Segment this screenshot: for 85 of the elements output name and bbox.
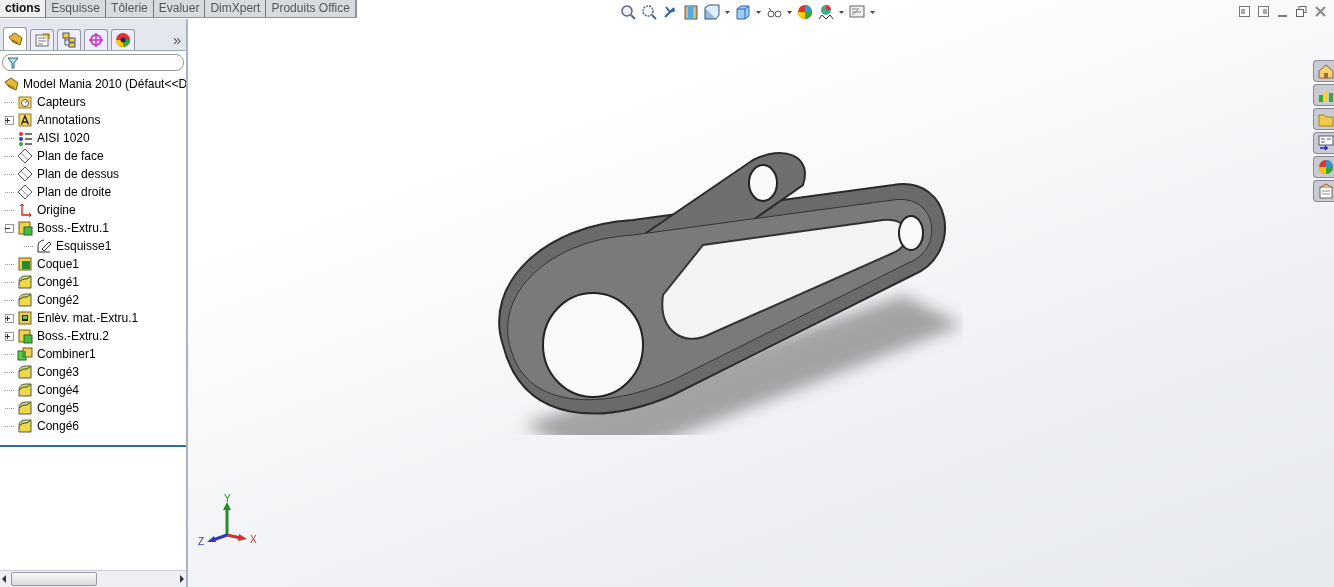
tree-item[interactable]: AISI 1020 <box>37 131 90 145</box>
tile-left-icon[interactable] <box>1239 6 1250 17</box>
sketch-icon <box>36 238 52 254</box>
shell-icon <box>17 256 33 272</box>
filter-field[interactable] <box>2 54 184 71</box>
scrollbar-thumb[interactable] <box>11 572 97 586</box>
configuration-tab-icon[interactable] <box>61 32 77 48</box>
material-icon <box>17 130 33 146</box>
extrude-icon <box>17 328 33 344</box>
plane-icon <box>17 148 33 164</box>
expand-icon[interactable] <box>5 313 14 323</box>
zoom-area-icon[interactable] <box>641 4 657 20</box>
filter-icon <box>7 56 19 69</box>
tree-item[interactable]: Annotations <box>37 113 101 127</box>
dropdown-caret-icon[interactable] <box>787 10 792 14</box>
command-tab[interactable]: Esquisse <box>45 0 106 17</box>
restore-icon[interactable] <box>1296 6 1307 17</box>
tree-item[interactable]: Congé1 <box>37 275 80 289</box>
command-tab[interactable]: ctions <box>0 0 46 17</box>
tree-item[interactable]: Congé3 <box>37 365 80 379</box>
fillet-icon <box>17 400 33 416</box>
cut-icon <box>17 310 33 326</box>
crosshair-tab-icon[interactable] <box>88 32 104 48</box>
appearance-tab-icon[interactable] <box>115 32 131 48</box>
fillet-icon <box>17 418 33 434</box>
tree-item[interactable]: Combiner1 <box>37 347 96 361</box>
view-settings-icon[interactable] <box>849 4 865 20</box>
more-tabs-button[interactable]: » <box>170 32 184 50</box>
command-tab[interactable]: Tôlerie <box>105 0 153 17</box>
appearance-icon[interactable] <box>797 4 813 20</box>
zoom-fit-icon[interactable] <box>620 4 636 20</box>
propertymanager-tab-icon[interactable] <box>34 32 50 48</box>
tree-item[interactable]: Coque1 <box>37 257 80 271</box>
appearances-icon[interactable] <box>1318 159 1334 175</box>
expand-icon[interactable] <box>5 115 14 125</box>
scroll-right-icon <box>178 574 186 584</box>
collapse-icon[interactable] <box>5 223 14 233</box>
command-tab[interactable]: Evaluer <box>152 0 205 17</box>
tree-item[interactable]: Plan de dessus <box>37 167 120 181</box>
plane-icon <box>17 184 33 200</box>
origin-axes-icon <box>17 202 33 218</box>
combine-icon <box>17 346 33 362</box>
tile-right-icon[interactable] <box>1258 6 1269 17</box>
dropdown-caret-icon[interactable] <box>870 10 875 14</box>
home-icon[interactable] <box>1318 63 1334 79</box>
custom-properties-icon[interactable] <box>1318 183 1334 199</box>
tree-item[interactable]: Plan de face <box>37 149 104 163</box>
axis-label: X <box>250 534 257 545</box>
tree-item[interactable]: Congé2 <box>37 293 80 307</box>
close-icon[interactable] <box>1315 6 1326 17</box>
tree-item[interactable]: Origine <box>37 203 76 217</box>
scroll-left-icon <box>0 574 8 584</box>
tree-item[interactable]: Enlèv. mat.-Extru.1 <box>37 311 139 325</box>
gauge-folder-icon <box>17 94 33 110</box>
part-icon <box>3 76 19 92</box>
axis-label: Z <box>198 536 205 547</box>
display-style-icon[interactable] <box>735 4 751 20</box>
dropdown-caret-icon[interactable] <box>725 10 730 14</box>
view-orientation-icon[interactable] <box>704 4 720 20</box>
extrude-icon <box>17 220 33 236</box>
tree-item[interactable]: Congé4 <box>37 383 80 397</box>
tree-item[interactable]: Boss.-Extru.2 <box>37 329 110 343</box>
tree-item[interactable]: Congé6 <box>37 419 80 433</box>
fillet-icon <box>17 292 33 308</box>
tree-item[interactable]: Esquisse1 <box>56 239 112 253</box>
dropdown-caret-icon[interactable] <box>839 10 844 14</box>
command-tab[interactable]: Produits Office <box>265 0 355 17</box>
tree-item[interactable]: Capteurs <box>37 95 86 109</box>
plane-icon <box>17 166 33 182</box>
annotation-icon <box>17 112 33 128</box>
featuremanager-tab-icon[interactable] <box>7 31 23 47</box>
scene-icon[interactable] <box>818 4 834 20</box>
axis-label: Y <box>224 493 231 504</box>
tree-item[interactable]: Congé5 <box>37 401 80 415</box>
tree-item[interactable]: Plan de droite <box>37 185 112 199</box>
tree-item[interactable]: Boss.-Extru.1 <box>37 221 110 235</box>
file-explorer-icon[interactable] <box>1318 135 1334 151</box>
dropdown-caret-icon[interactable] <box>756 10 761 14</box>
fillet-icon <box>17 274 33 290</box>
fillet-icon <box>17 382 33 398</box>
tree-item[interactable]: Model Mania 2010 (Défaut<<D <box>23 77 186 91</box>
expand-icon[interactable] <box>5 331 14 341</box>
command-tab[interactable]: DimXpert <box>204 0 266 17</box>
fillet-icon <box>17 364 33 380</box>
section-view-icon[interactable] <box>683 4 699 20</box>
